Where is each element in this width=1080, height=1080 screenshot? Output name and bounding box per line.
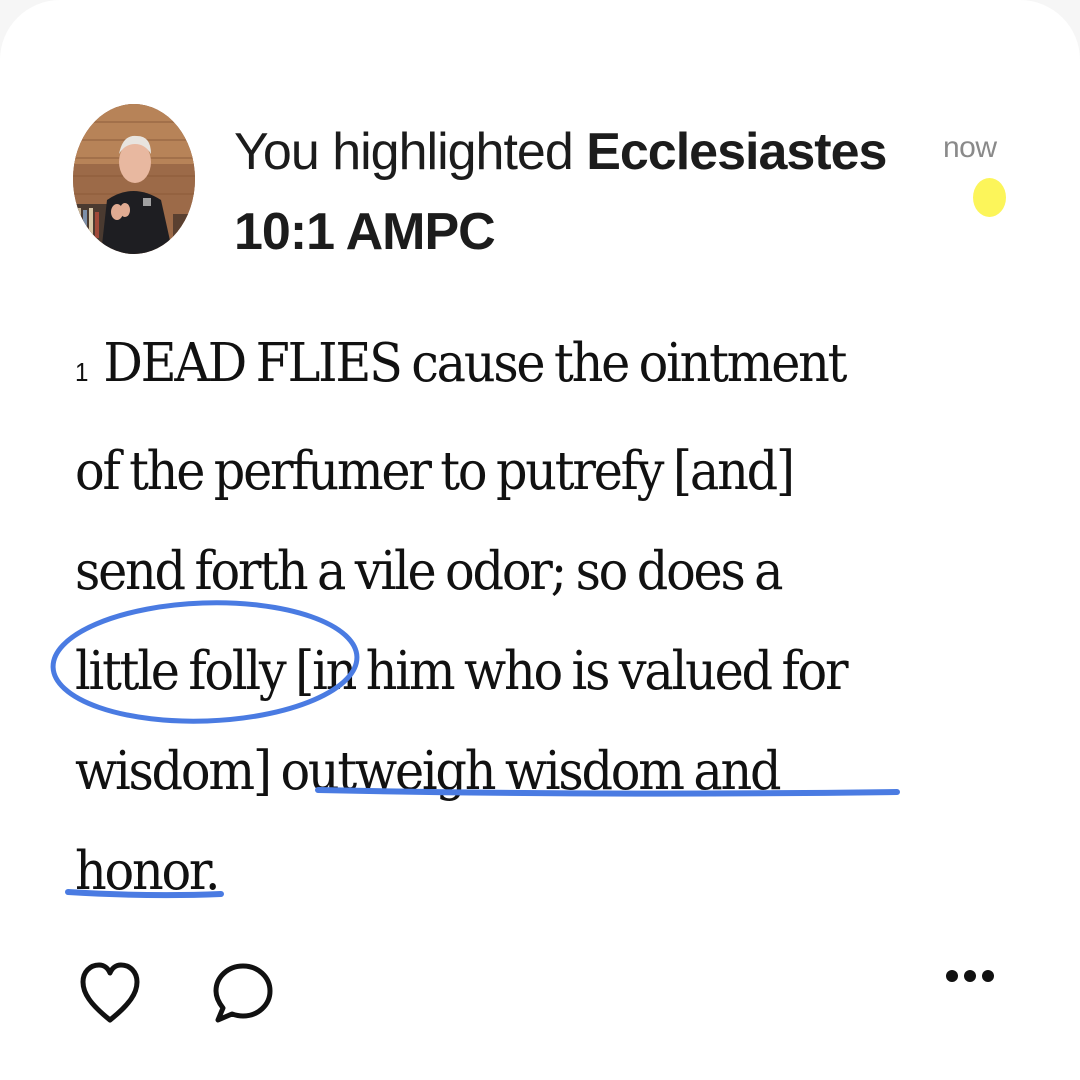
more-icon: [946, 970, 994, 982]
activity-card: You highlighted Ecclesiastes 10:1 AMPC n…: [0, 0, 1080, 1080]
verse-line: 1 DEAD FLIES cause the ointment: [75, 333, 847, 394]
comment-bubble-icon: [213, 963, 273, 1023]
more-options-button[interactable]: [940, 960, 1000, 996]
timestamp: now: [943, 131, 997, 164]
verse-reference[interactable]: 10:1 AMPC: [234, 203, 496, 261]
activity-prefix: You highlighted: [234, 123, 587, 181]
verse-line: send forth a vile odor; so does a: [75, 541, 784, 602]
avatar-photo: [73, 104, 195, 254]
verse-line: of the perfumer to putrefy [and]: [75, 441, 795, 502]
heart-icon: [80, 962, 140, 1023]
avatar[interactable]: [73, 104, 195, 254]
book-name[interactable]: Ecclesiastes: [586, 123, 887, 181]
verse-line: little folly [in him who is valued for: [75, 641, 849, 702]
comment-button[interactable]: [210, 960, 276, 1026]
verse-line: honor.: [75, 841, 220, 902]
verse-text[interactable]: 1 DEAD FLIES cause the ointment of the pe…: [75, 314, 968, 922]
verse-line: wisdom] outweigh wisdom and: [75, 741, 782, 802]
highlight-color-dot: [973, 178, 1006, 217]
activity-headline: You highlighted Ecclesiastes 10:1 AMPC: [234, 112, 954, 272]
like-button[interactable]: [80, 960, 140, 1026]
verse-number: 1: [75, 357, 89, 387]
